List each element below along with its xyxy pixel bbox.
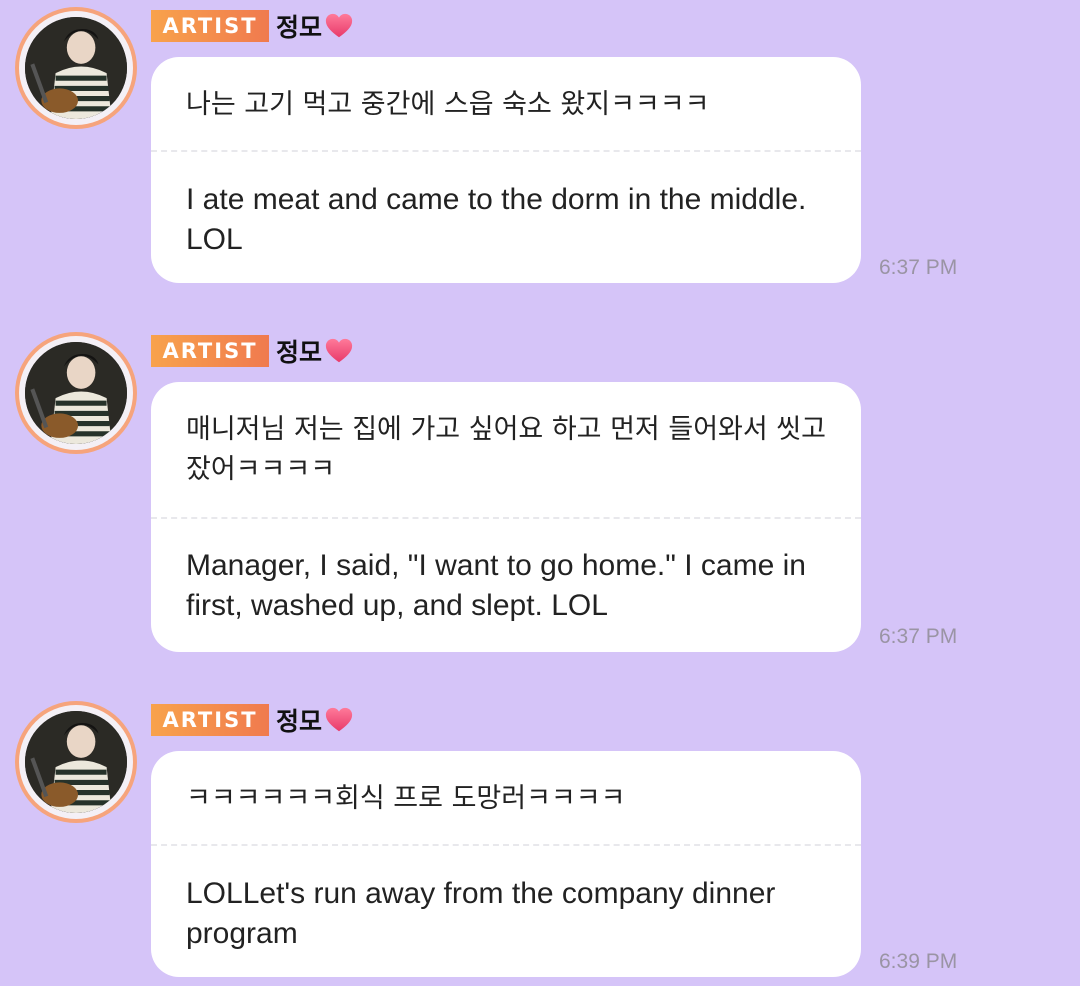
avatar[interactable] [15, 7, 137, 129]
sender: 정모 [276, 8, 354, 44]
divider [151, 844, 861, 846]
avatar-photo [25, 342, 127, 444]
avatar-photo [25, 711, 127, 813]
chat-message: ARTIST 정모 나는 고기 먹고 중간에 스읍 숙소 왔지ㅋㅋㅋㅋ I at… [0, 0, 1080, 290]
avatar[interactable] [15, 701, 137, 823]
avatar-photo [25, 17, 127, 119]
sender: 정모 [276, 333, 354, 369]
heart-icon [325, 338, 353, 363]
chat-message: ARTIST 정모 ㅋㅋㅋㅋㅋㅋ회식 프로 도망러ㅋㅋㅋㅋ LOLLet's r… [0, 694, 1080, 984]
artist-badge: ARTIST [151, 10, 269, 42]
chat-message: ARTIST 정모 매니저님 저는 집에 가고 싶어요 하고 먼저 들어와서 씻… [0, 325, 1080, 665]
sender-name: 정모 [276, 13, 323, 42]
message-text-translation: Manager, I said, "I want to go home." I … [186, 549, 806, 622]
artist-badge: ARTIST [151, 704, 269, 736]
message-text-korean: ㅋㅋㅋㅋㅋㅋ회식 프로 도망러ㅋㅋㅋㅋ [186, 783, 626, 814]
message-bubble[interactable]: 나는 고기 먹고 중간에 스읍 숙소 왔지ㅋㅋㅋㅋ I ate meat and… [151, 57, 861, 283]
message-time: 6:37 PM [879, 256, 958, 279]
divider [151, 150, 861, 152]
message-bubble[interactable]: 매니저님 저는 집에 가고 싶어요 하고 먼저 들어와서 씻고 잤어ㅋㅋㅋㅋ M… [151, 382, 861, 652]
message-time: 6:39 PM [879, 950, 958, 973]
divider [151, 517, 861, 519]
message-text-translation: LOLLet's run away from the company dinne… [186, 877, 776, 950]
sender-name: 정모 [276, 707, 323, 736]
message-bubble[interactable]: ㅋㅋㅋㅋㅋㅋ회식 프로 도망러ㅋㅋㅋㅋ LOLLet's run away fr… [151, 751, 861, 977]
message-text-korean: 나는 고기 먹고 중간에 스읍 숙소 왔지ㅋㅋㅋㅋ [186, 89, 710, 120]
message-text-korean: 매니저님 저는 집에 가고 싶어요 하고 먼저 들어와서 씻고 잤어ㅋㅋㅋㅋ [186, 414, 826, 485]
heart-icon [325, 707, 353, 732]
message-text-translation: I ate meat and came to the dorm in the m… [186, 183, 807, 256]
sender-name: 정모 [276, 338, 323, 367]
artist-badge: ARTIST [151, 335, 269, 367]
sender: 정모 [276, 702, 354, 738]
message-time: 6:37 PM [879, 625, 958, 648]
heart-icon [325, 13, 353, 38]
avatar[interactable] [15, 332, 137, 454]
